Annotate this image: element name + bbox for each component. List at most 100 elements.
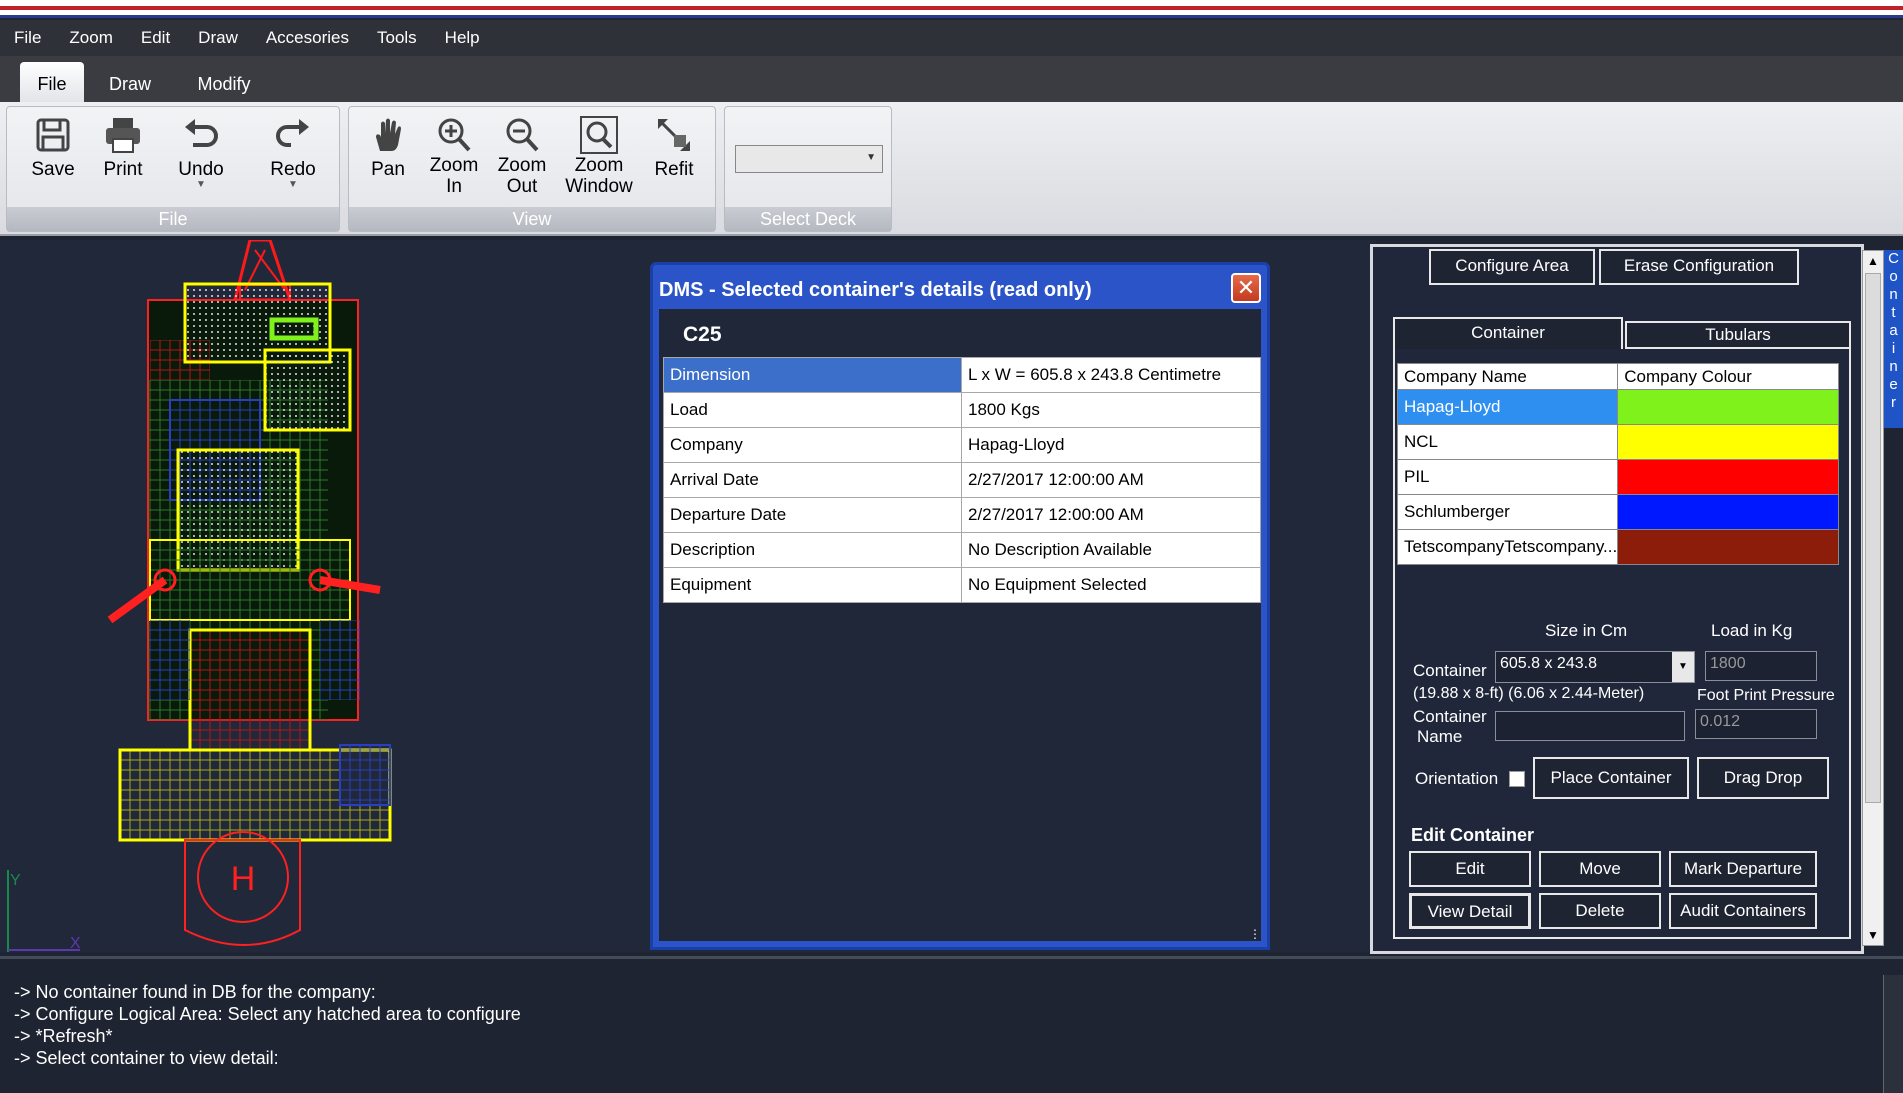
side-tab-letter: o bbox=[1889, 268, 1898, 285]
tab-tubulars[interactable]: Tubulars bbox=[1625, 321, 1851, 349]
table-row[interactable]: Equipment No Equipment Selected bbox=[663, 567, 1261, 603]
zoom-in-icon bbox=[438, 118, 471, 152]
table-row[interactable]: NCL bbox=[1396, 424, 1839, 460]
table-row[interactable]: TetscompanyTetscompany... bbox=[1396, 529, 1839, 565]
zoom-window-button[interactable]: Zoom Window bbox=[561, 115, 637, 197]
menu-accesories[interactable]: Accesories bbox=[266, 28, 349, 48]
panel-scrollbar[interactable]: ▲ ▼ bbox=[1862, 250, 1884, 946]
row-value: Hapag-Lloyd bbox=[961, 427, 1261, 463]
x-axis-label: X bbox=[70, 935, 81, 952]
pan-label: Pan bbox=[371, 159, 405, 180]
menu-draw[interactable]: Draw bbox=[198, 28, 238, 48]
log-line: -> Select container to view detail: bbox=[14, 1048, 279, 1068]
audit-containers-button[interactable]: Audit Containers bbox=[1669, 893, 1817, 929]
view-detail-button[interactable]: View Detail bbox=[1409, 893, 1531, 929]
table-row[interactable]: Company Hapag-Lloyd bbox=[663, 427, 1261, 463]
company-colour bbox=[1617, 494, 1839, 530]
log-scrollbar[interactable] bbox=[1883, 975, 1903, 1093]
row-key: Load bbox=[663, 392, 962, 428]
redo-button[interactable]: Redo ▼ bbox=[253, 115, 333, 190]
undo-button[interactable]: Undo ▼ bbox=[161, 115, 241, 190]
scroll-thumb[interactable] bbox=[1865, 273, 1881, 803]
table-row[interactable]: Departure Date 2/27/2017 12:00:00 AM bbox=[663, 497, 1261, 533]
scroll-down-icon[interactable]: ▼ bbox=[1863, 925, 1883, 945]
zoom-out-button[interactable]: Zoom Out bbox=[491, 115, 553, 197]
menu-file[interactable]: File bbox=[14, 28, 41, 48]
table-row[interactable]: Load 1800 Kgs bbox=[663, 392, 1261, 428]
resize-grip-icon[interactable]: ⋮ bbox=[1249, 927, 1261, 941]
select-deck-dropdown[interactable]: ▼ bbox=[735, 145, 883, 173]
scroll-up-icon[interactable]: ▲ bbox=[1863, 251, 1883, 271]
print-button[interactable]: Print bbox=[87, 115, 159, 180]
container-name-input[interactable] bbox=[1495, 711, 1685, 741]
table-row[interactable]: Schlumberger bbox=[1396, 494, 1839, 530]
mark-departure-button[interactable]: Mark Departure bbox=[1669, 851, 1817, 887]
zoom-in-button[interactable]: Zoom In bbox=[423, 115, 485, 197]
container-name-label-2: Name bbox=[1417, 727, 1463, 746]
redo-label: Redo bbox=[270, 159, 316, 180]
menu-tools[interactable]: Tools bbox=[377, 28, 417, 48]
ribbon-group-select-deck: ▼ Select Deck bbox=[724, 106, 892, 232]
company-colour bbox=[1617, 389, 1839, 425]
log-line: -> *Refresh* bbox=[14, 1026, 113, 1046]
row-value: No Equipment Selected bbox=[961, 567, 1261, 603]
close-icon[interactable]: ✕ bbox=[1231, 273, 1261, 303]
dotted-zone-2[interactable] bbox=[263, 348, 352, 432]
company-name: Hapag-Lloyd bbox=[1396, 389, 1619, 425]
undo-dropdown-icon[interactable]: ▼ bbox=[161, 180, 241, 190]
table-row[interactable]: Dimension L x W = 605.8 x 243.8 Centimetr… bbox=[663, 357, 1261, 393]
refit-button[interactable]: Refit bbox=[641, 115, 707, 180]
company-name: NCL bbox=[1396, 424, 1619, 460]
tab-file[interactable]: File bbox=[20, 62, 84, 102]
move-button[interactable]: Move bbox=[1539, 851, 1661, 887]
side-tab-letter: i bbox=[1891, 340, 1896, 357]
save-label: Save bbox=[31, 159, 75, 180]
company-name: Schlumberger bbox=[1396, 494, 1619, 530]
pan-button[interactable]: Pan bbox=[357, 115, 419, 180]
container-size-select[interactable]: 605.8 x 243.8 ▼ bbox=[1495, 651, 1695, 683]
ribbon-group-file: Save Print Undo ▼ Redo ▼ File bbox=[6, 106, 340, 232]
pan-hand-icon bbox=[376, 118, 401, 151]
table-row[interactable]: Description No Description Available bbox=[663, 532, 1261, 568]
menu-zoom[interactable]: Zoom bbox=[69, 28, 112, 48]
menu-help[interactable]: Help bbox=[445, 28, 480, 48]
command-log: -> No container found in DB for the comp… bbox=[0, 956, 1903, 1093]
save-button[interactable]: Save bbox=[17, 115, 89, 180]
lower-blue-area-right bbox=[320, 620, 360, 700]
redo-dropdown-icon[interactable]: ▼ bbox=[253, 180, 333, 190]
place-container-button[interactable]: Place Container bbox=[1533, 757, 1689, 799]
table-row[interactable]: Hapag-Lloyd bbox=[1396, 389, 1839, 425]
edit-button[interactable]: Edit bbox=[1409, 851, 1531, 887]
tab-draw[interactable]: Draw bbox=[104, 62, 156, 102]
row-key: Description bbox=[663, 532, 962, 568]
company-colour bbox=[1617, 459, 1839, 495]
rig-deck-drawing[interactable]: H Y X bbox=[0, 238, 420, 952]
company-name: TetscompanyTetscompany... bbox=[1396, 529, 1619, 565]
erase-configuration-button[interactable]: Erase Configuration bbox=[1599, 249, 1799, 285]
orientation-checkbox[interactable] bbox=[1509, 771, 1525, 787]
row-value: L x W = 605.8 x 243.8 Centimetre bbox=[961, 357, 1261, 393]
container-details-dialog: DMS - Selected container's details (read… bbox=[650, 262, 1270, 950]
undo-label: Undo bbox=[178, 159, 224, 180]
tab-container[interactable]: Container bbox=[1393, 317, 1623, 349]
load-input[interactable]: 1800 bbox=[1705, 651, 1817, 681]
container-size-label: Container bbox=[1413, 661, 1487, 680]
tab-modify[interactable]: Modify bbox=[196, 62, 252, 102]
table-row[interactable]: Arrival Date 2/27/2017 12:00:00 AM bbox=[663, 462, 1261, 498]
chevron-down-icon[interactable]: ▼ bbox=[1672, 652, 1694, 682]
dialog-body: C25 Dimension L x W = 605.8 x 243.8 Centi… bbox=[659, 309, 1261, 941]
menu-edit[interactable]: Edit bbox=[141, 28, 170, 48]
zoom-out-icon bbox=[506, 118, 539, 152]
side-tab-letter: a bbox=[1889, 322, 1898, 339]
container-side-tab[interactable]: C o n t a i n e r bbox=[1884, 250, 1903, 428]
edit-container-heading: Edit Container bbox=[1411, 825, 1535, 845]
zoom-in-label-1: Zoom bbox=[429, 155, 479, 176]
foot-print-pressure-input[interactable]: 0.012 bbox=[1695, 709, 1817, 739]
container-id: C25 bbox=[683, 323, 722, 346]
row-key: Company bbox=[663, 427, 962, 463]
table-row[interactable]: PIL bbox=[1396, 459, 1839, 495]
configure-area-button[interactable]: Configure Area bbox=[1429, 249, 1595, 285]
row-key: Arrival Date bbox=[663, 462, 962, 498]
drag-drop-button[interactable]: Drag Drop bbox=[1697, 757, 1829, 799]
delete-button[interactable]: Delete bbox=[1539, 893, 1661, 929]
